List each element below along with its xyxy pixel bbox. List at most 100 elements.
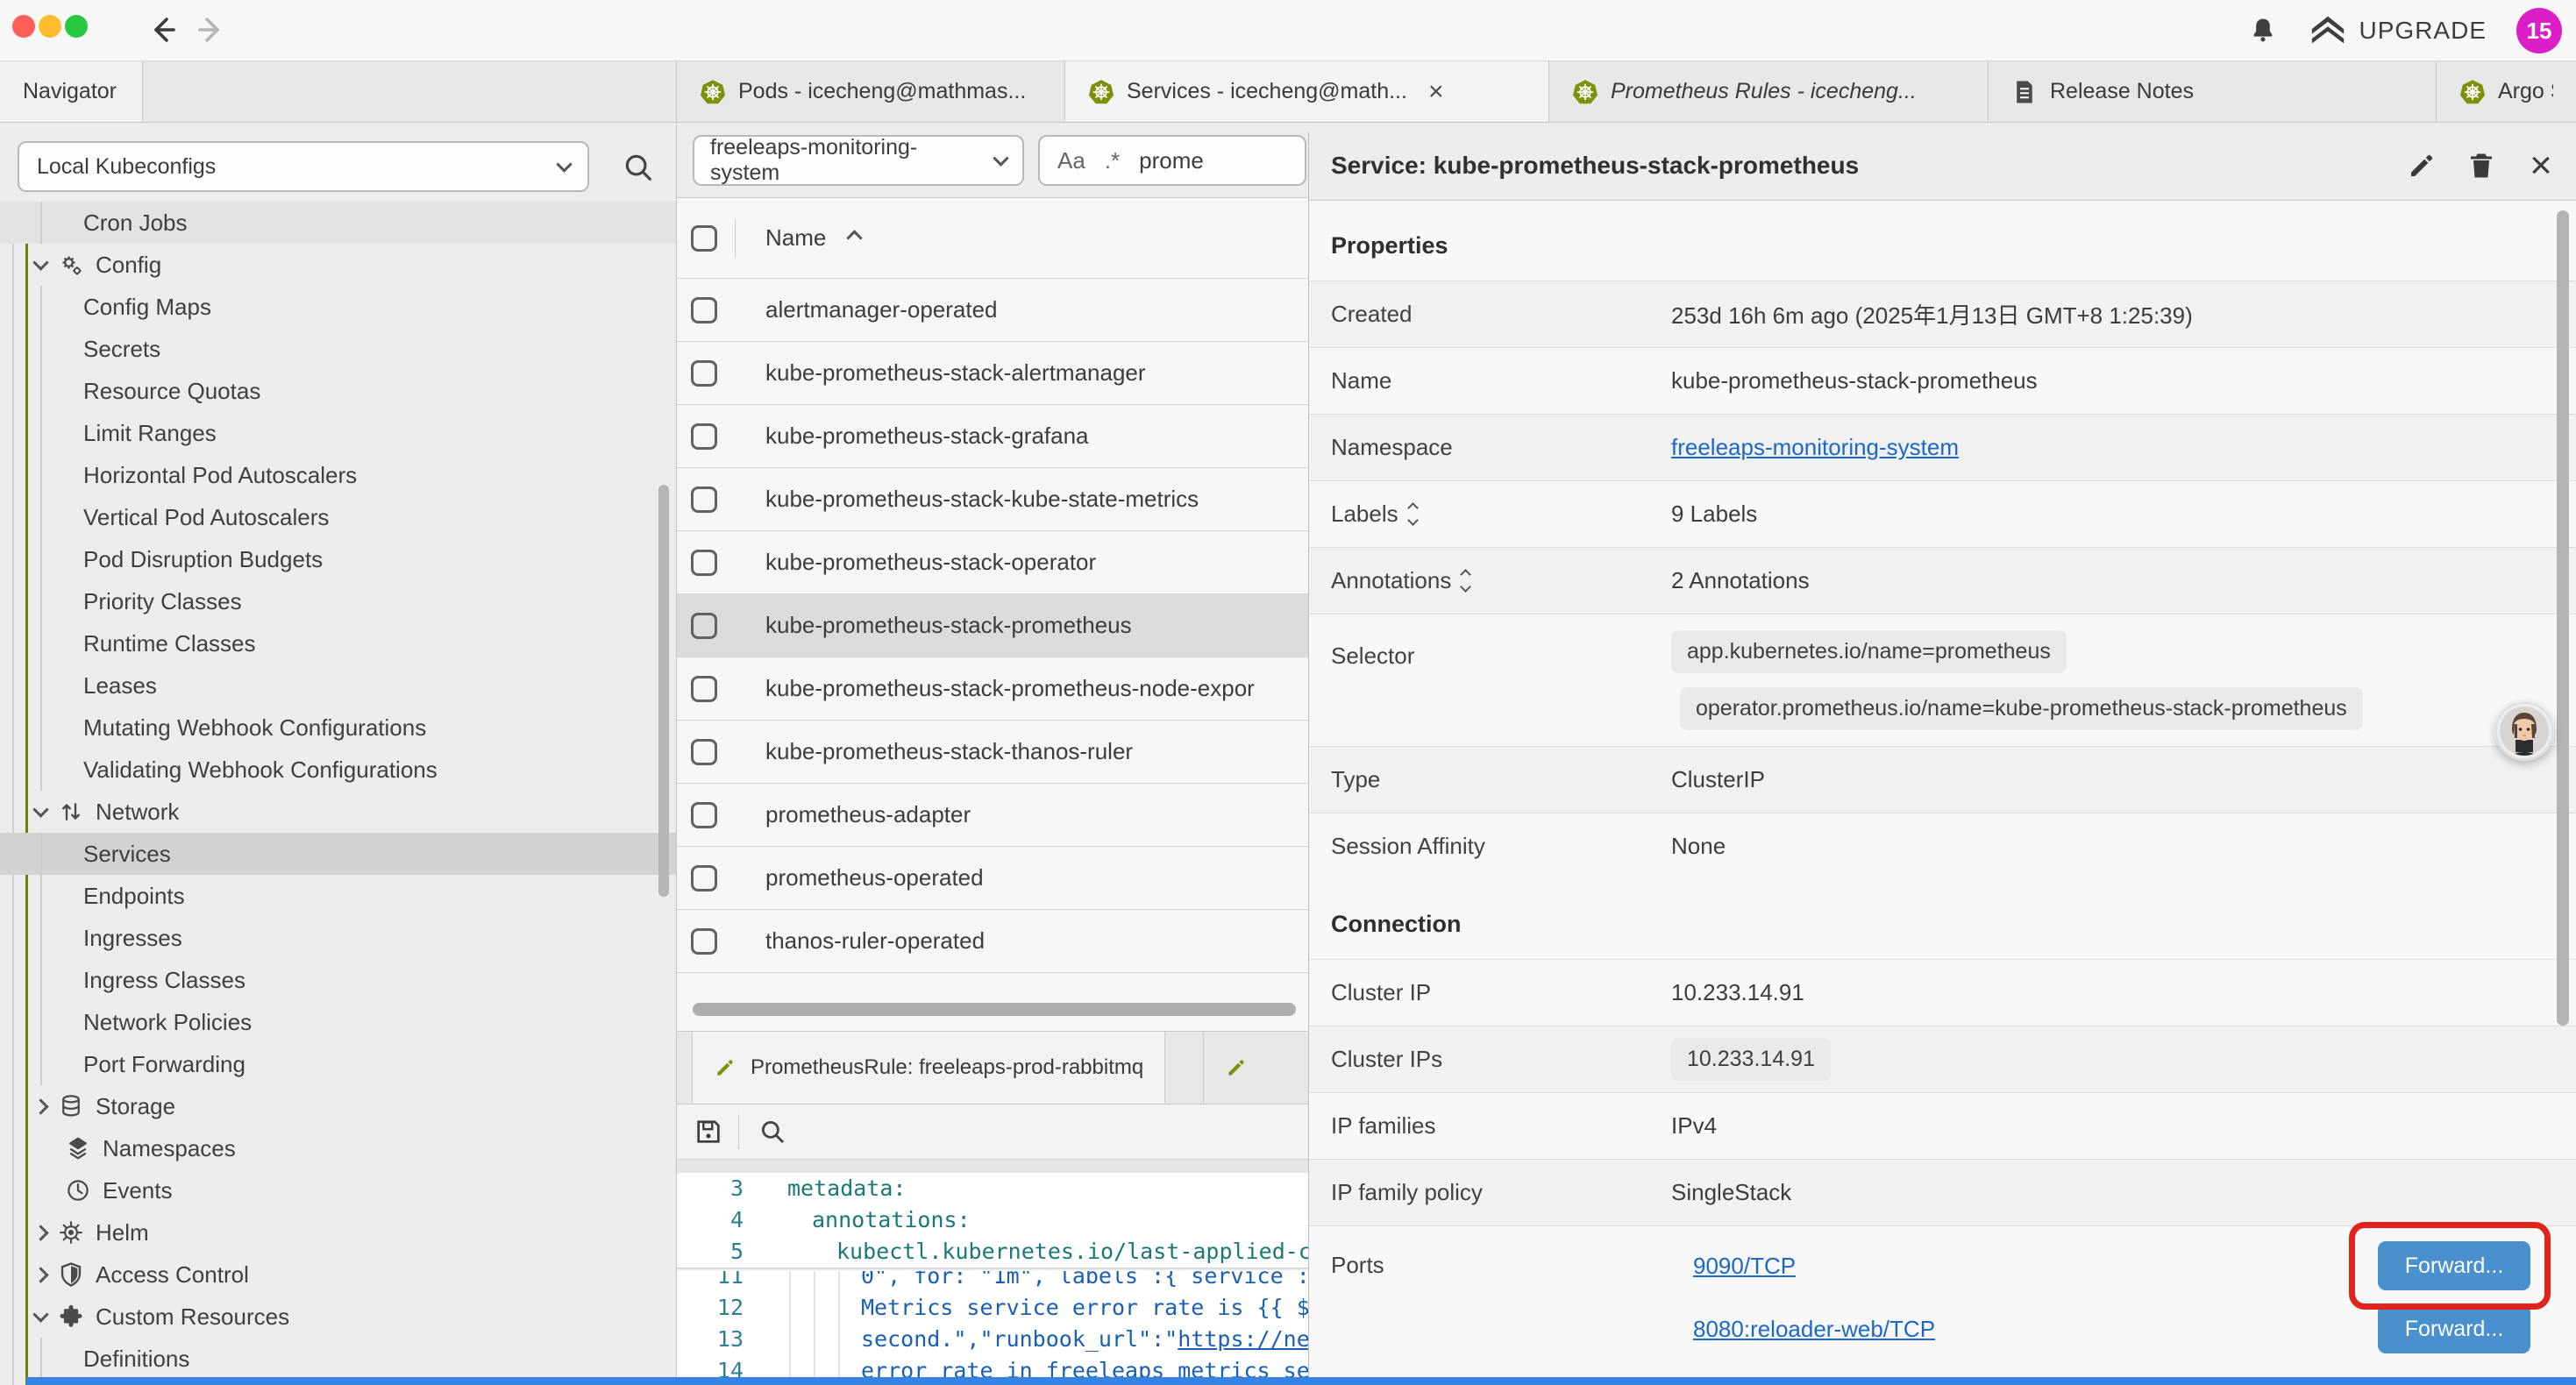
row-checkbox[interactable] [691, 487, 717, 513]
sidebar-item-ingress-classes[interactable]: Ingress Classes [0, 959, 676, 1001]
upgrade-label: UPGRADE [2359, 17, 2487, 45]
labels-expander-icon[interactable] [1409, 504, 1417, 524]
sidebar-group-storage[interactable]: Storage [0, 1085, 676, 1127]
tab-pods[interactable]: Pods - icecheng@mathmas... [677, 61, 1065, 122]
row-checkbox[interactable] [691, 676, 717, 702]
back-arrow-icon[interactable] [144, 12, 179, 47]
sidebar-group-helm[interactable]: Helm [0, 1211, 676, 1254]
forward-arrow-icon[interactable] [195, 12, 230, 47]
sidebar-item-pod-disruption-budgets[interactable]: Pod Disruption Budgets [0, 538, 676, 580]
delete-trash-icon[interactable] [2464, 148, 2499, 183]
runbook-url-link[interactable]: https://net [1178, 1324, 1308, 1355]
tab-navigator[interactable]: Navigator [0, 61, 143, 122]
port-link-9090[interactable]: 9090/TCP [1693, 1253, 1796, 1280]
row-checkbox[interactable] [691, 423, 717, 450]
row-checkbox[interactable] [691, 360, 717, 387]
editor-tab-partial[interactable] [1203, 1032, 1308, 1104]
namespace-link[interactable]: freeleaps-monitoring-system [1671, 434, 1959, 461]
service-row[interactable]: thanos-ruler-operated [677, 910, 1308, 973]
notification-count-badge[interactable]: 15 [2516, 8, 2562, 53]
sidebar-item-validating-webhook-configurations[interactable]: Validating Webhook Configurations [0, 749, 676, 791]
sidebar-group-access-control[interactable]: Access Control [0, 1254, 676, 1296]
sidebar-item-network-policies[interactable]: Network Policies [0, 1001, 676, 1043]
sidebar-group-network[interactable]: Network [0, 791, 676, 833]
sidebar-item-limit-ranges[interactable]: Limit Ranges [0, 412, 676, 454]
yaml-editor[interactable]: 3metadata: 4annotations: 5kubectl.kubern… [677, 1173, 1308, 1385]
close-tab-icon[interactable]: × [1428, 77, 1444, 107]
upgrade-button[interactable]: UPGRADE [2309, 13, 2487, 48]
service-row-selected[interactable]: kube-prometheus-stack-prometheus [677, 594, 1308, 657]
sidebar-item-mutating-webhook-configurations[interactable]: Mutating Webhook Configurations [0, 707, 676, 749]
service-row[interactable]: kube-prometheus-stack-prometheus-node-ex… [677, 657, 1308, 721]
editor-search-icon[interactable] [753, 1112, 792, 1151]
namespace-dropdown[interactable]: freeleaps-monitoring-system [693, 135, 1024, 186]
sidebar-item-horizontal-pod-autoscalers[interactable]: Horizontal Pod Autoscalers [0, 454, 676, 496]
row-checkbox[interactable] [691, 613, 717, 639]
sidebar-item-events[interactable]: Events [0, 1169, 676, 1211]
chevron-right-icon [32, 1098, 48, 1114]
row-checkbox[interactable] [691, 928, 717, 955]
sidebar-item-endpoints[interactable]: Endpoints [0, 875, 676, 917]
forward-button[interactable]: Forward... [2378, 1304, 2530, 1353]
minimize-window-button[interactable] [39, 15, 61, 38]
annotations-expander-icon[interactable] [1462, 571, 1469, 591]
row-checkbox[interactable] [691, 865, 717, 891]
service-row[interactable]: kube-prometheus-stack-operator [677, 531, 1308, 594]
select-all-checkbox[interactable] [691, 225, 717, 252]
sidebar-item-definitions[interactable]: Definitions [0, 1338, 676, 1380]
sidebar-item-config-maps[interactable]: Config Maps [0, 286, 676, 328]
row-checkbox[interactable] [691, 550, 717, 576]
sidebar-item-ingresses[interactable]: Ingresses [0, 917, 676, 959]
sidebar-item-cron-jobs[interactable]: Cron Jobs [0, 202, 676, 244]
service-row[interactable]: alertmanager-operated [677, 279, 1308, 342]
service-row[interactable]: kube-prometheus-stack-thanos-ruler [677, 721, 1308, 784]
detail-scrollbar[interactable] [2557, 210, 2569, 1026]
close-icon[interactable]: × [2523, 148, 2558, 183]
save-icon[interactable] [689, 1112, 728, 1151]
sidebar-group-custom-resources[interactable]: Custom Resources [0, 1296, 676, 1338]
search-icon[interactable] [619, 148, 658, 187]
sidebar-item-services[interactable]: Services [0, 833, 676, 875]
sidebar-item-resource-quotas[interactable]: Resource Quotas [0, 370, 676, 412]
kubernetes-icon [700, 79, 726, 105]
cluster-ip-chip: 10.233.14.91 [1671, 1038, 1831, 1081]
edit-pencil-icon[interactable] [2404, 148, 2439, 183]
sidebar-item-vertical-pod-autoscalers[interactable]: Vertical Pod Autoscalers [0, 496, 676, 538]
row-checkbox[interactable] [691, 297, 717, 323]
user-avatar[interactable] [2494, 701, 2554, 761]
services-search-input[interactable]: Aa .* prome [1038, 135, 1306, 186]
connection-heading: Connection [1309, 879, 2576, 959]
port-link-8080[interactable]: 8080:reloader-web/TCP [1693, 1316, 1935, 1343]
sidebar-group-config[interactable]: Config [0, 244, 676, 286]
close-window-button[interactable] [12, 15, 35, 38]
row-checkbox[interactable] [691, 802, 717, 828]
sidebar-item-port-forwarding[interactable]: Port Forwarding [0, 1043, 676, 1085]
sort-ascending-icon[interactable] [847, 230, 863, 245]
row-checkbox[interactable] [691, 739, 717, 765]
service-row[interactable]: kube-prometheus-stack-alertmanager [677, 342, 1308, 405]
resource-tree: Cron Jobs Config Config Maps Secrets Res… [0, 202, 676, 1385]
editor-tab-prometheusrule[interactable]: PrometheusRule: freeleaps-prod-rabbitmq [692, 1032, 1165, 1104]
service-row[interactable]: kube-prometheus-stack-grafana [677, 405, 1308, 468]
sidebar-item-priority-classes[interactable]: Priority Classes [0, 580, 676, 622]
sidebar-item-runtime-classes[interactable]: Runtime Classes [0, 622, 676, 664]
sidebar-item-namespaces[interactable]: Namespaces [0, 1127, 676, 1169]
service-row[interactable]: prometheus-adapter [677, 784, 1308, 847]
sidebar-scrollbar[interactable] [658, 485, 669, 897]
horizontal-scrollbar[interactable] [693, 1003, 1296, 1016]
regex-toggle[interactable]: .* [1105, 147, 1120, 174]
service-row[interactable]: prometheus-operated [677, 847, 1308, 910]
tab-release-notes[interactable]: Release Notes [1989, 61, 2437, 122]
tab-services[interactable]: Services - icecheng@math... × [1065, 61, 1549, 122]
pencil-icon [1225, 1056, 1248, 1079]
tab-prometheus-rules[interactable]: Prometheus Rules - icecheng... [1549, 61, 1989, 122]
kubeconfig-dropdown[interactable]: Local Kubeconfigs [18, 141, 589, 192]
name-column-header[interactable]: Name [765, 224, 826, 252]
notifications-bell-icon[interactable] [2247, 15, 2279, 46]
tab-argo[interactable]: Argo Se [2437, 61, 2576, 122]
service-row[interactable]: kube-prometheus-stack-kube-state-metrics [677, 468, 1308, 531]
sidebar-item-leases[interactable]: Leases [0, 664, 676, 707]
match-case-toggle[interactable]: Aa [1057, 147, 1085, 174]
sidebar-item-secrets[interactable]: Secrets [0, 328, 676, 370]
maximize-window-button[interactable] [65, 15, 88, 38]
